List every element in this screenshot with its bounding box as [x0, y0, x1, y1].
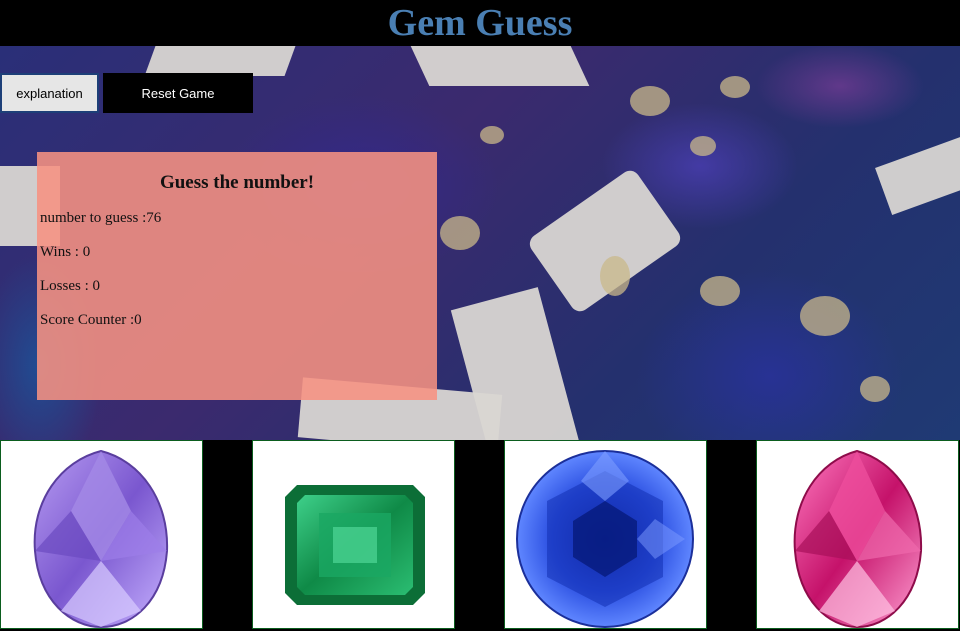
explanation-button[interactable]: explanation — [0, 73, 99, 113]
blue-gem-icon — [516, 450, 694, 628]
header-bar: Gem Guess — [0, 0, 960, 46]
game-panel: Guess the number! number to guess :76 Wi… — [37, 152, 437, 400]
gem-pink[interactable] — [756, 440, 959, 629]
wins-text: Wins : 0 — [40, 244, 91, 260]
gem-green[interactable] — [252, 440, 455, 629]
page-title: Gem Guess — [387, 2, 573, 44]
losses-text: Losses : 0 — [40, 278, 100, 294]
gem-blue[interactable] — [504, 440, 707, 629]
gem-purple[interactable] — [0, 440, 203, 629]
gem-row — [0, 440, 960, 631]
purple-gem-icon — [33, 449, 169, 628]
green-gem-icon — [285, 485, 425, 605]
target-number-text: number to guess :76 — [40, 210, 162, 226]
panel-heading: Guess the number! — [159, 172, 315, 193]
pink-gem-icon — [793, 449, 923, 628]
score-counter-text: Score Counter :0 — [40, 312, 142, 328]
reset-game-button[interactable]: Reset Game — [103, 73, 253, 113]
